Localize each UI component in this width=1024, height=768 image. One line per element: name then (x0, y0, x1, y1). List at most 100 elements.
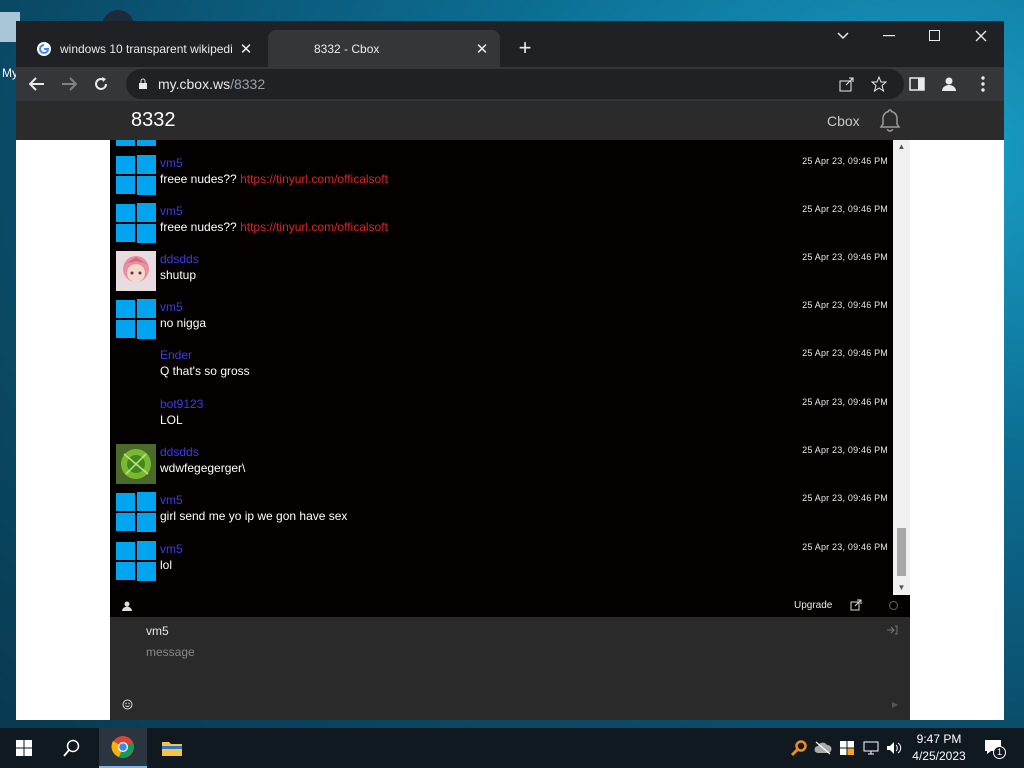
chat-message: Ender Q that's so gross 25 Apr 23, 09:46 P… (116, 347, 888, 395)
address-bar[interactable]: my.cbox.ws/8332 (126, 69, 904, 99)
message-username[interactable]: ddsdds (160, 445, 199, 459)
new-tab-button[interactable]: + (514, 35, 536, 61)
message-scrollbar[interactable]: ▲ ▼ (893, 140, 910, 595)
chat-message: ddsdds shutup 25 Apr 23, 09:46 PM (116, 251, 888, 299)
message-username[interactable]: vm5 (160, 493, 183, 507)
message-list[interactable]: vm5 freee nudes?? https://tinyurl.com/off… (110, 140, 893, 595)
scroll-down-arrow[interactable]: ▼ (893, 581, 910, 595)
windows-logo-icon[interactable] (116, 155, 156, 195)
compose-name[interactable]: vm5 (146, 624, 169, 638)
message-username[interactable]: vm5 (160, 300, 183, 314)
network-icon (863, 741, 879, 755)
start-button[interactable] (0, 728, 48, 768)
bookmark-button[interactable] (866, 71, 892, 97)
minimize-button[interactable] (866, 21, 912, 51)
upgrade-link[interactable]: Upgrade (794, 600, 832, 611)
message-text: wdwfegegerger\ (160, 461, 246, 475)
message-timestamp: 25 Apr 23, 09:46 PM (802, 204, 888, 214)
chat-message: vm5 girl send me yo ip we gon have sex 25 … (116, 492, 888, 540)
scrollbar-thumb[interactable] (897, 528, 906, 576)
windows-logo-icon[interactable] (116, 492, 156, 532)
send-arrow-icon[interactable]: ▶ (892, 700, 898, 709)
message-text: girl send me yo ip we gon have sex (160, 509, 348, 523)
taskbar-file-explorer[interactable] (148, 728, 196, 768)
action-center-button[interactable]: 1 (982, 738, 1006, 759)
chevron-down-icon (837, 32, 849, 40)
message-link[interactable]: https://tinyurl.com/officalsoft (240, 220, 388, 234)
maximize-button[interactable] (912, 21, 958, 51)
search-icon (63, 739, 80, 757)
message-username[interactable]: vm5 (160, 204, 183, 218)
taskbar-clock[interactable]: 9:47 PM 4/25/2023 (908, 731, 970, 765)
refresh-icon[interactable] (888, 600, 899, 611)
notifications-button[interactable] (878, 108, 902, 137)
message-username[interactable]: ddsdds (160, 252, 199, 266)
share-icon (839, 77, 854, 92)
tray-windows-icon[interactable] (837, 738, 857, 758)
cbox-brand-link[interactable]: Cbox (827, 113, 860, 129)
chat-message: ddsdds wdwfegegerger\ 25 Apr 23, 09:46 PM (116, 444, 888, 492)
star-icon (871, 76, 887, 92)
taskbar-chrome[interactable] (99, 728, 147, 768)
favicon-blank (280, 41, 296, 57)
message-text: no nigga (160, 316, 207, 330)
arrow-left-icon (29, 77, 44, 91)
chat-message: vm5 freee nudes?? https://tinyurl.com/off… (116, 203, 888, 251)
message-username[interactable]: vm5 (160, 542, 183, 556)
message-username[interactable]: bot9123 (160, 397, 203, 411)
tab-wikipedia[interactable]: windows 10 transparent wikipedi ✕ (24, 30, 264, 67)
windows-start-icon (16, 740, 32, 756)
message-text: freee nudes?? https://tinyurl.com/offica… (160, 220, 388, 234)
tray-network-icon[interactable] (861, 738, 881, 758)
message-username[interactable]: Ender (160, 348, 192, 362)
profile-icon (942, 77, 956, 91)
message-input[interactable] (146, 645, 846, 659)
windows-logo-icon[interactable] (116, 203, 156, 243)
green-avatar-icon[interactable] (116, 444, 156, 484)
scroll-up-arrow[interactable]: ▲ (893, 140, 910, 154)
clock-time: 9:47 PM (916, 732, 962, 746)
message-username[interactable]: vm5 (160, 156, 183, 170)
login-icon[interactable] (886, 625, 898, 635)
anime-avatar-icon[interactable] (116, 251, 156, 291)
message-text: freee nudes?? https://tinyurl.com/offica… (160, 172, 388, 186)
windows-logo-icon[interactable] (116, 299, 156, 339)
close-window-button[interactable] (958, 21, 1004, 51)
menu-button[interactable] (970, 71, 996, 97)
tab-close-button[interactable]: ✕ (236, 40, 256, 58)
close-icon (975, 30, 987, 42)
page-content: 8332 Cbox vm5 freee nudes?? https://tinyu… (16, 101, 1004, 720)
clock-date: 4/25/2023 (912, 749, 966, 763)
tab-title: windows 10 transparent wikipedi (60, 41, 233, 56)
browser-window: windows 10 transparent wikipedi ✕ 8332 -… (16, 21, 1004, 720)
message-text: Q that's so gross (160, 364, 250, 378)
tray-cloud-icon[interactable] (813, 738, 833, 758)
search-button[interactable] (48, 728, 96, 768)
chat-message: bot9123 LOL 25 Apr 23, 09:46 PM (116, 396, 888, 444)
key-icon (790, 740, 807, 757)
page-title: 8332 (131, 109, 176, 131)
side-panel-button[interactable] (904, 71, 930, 97)
profile-button[interactable] (936, 71, 962, 97)
forward-button[interactable] (56, 71, 82, 97)
tray-volume-icon[interactable] (884, 738, 904, 758)
windows-logo-icon[interactable] (116, 541, 156, 581)
message-timestamp: 25 Apr 23, 09:46 PM (802, 542, 888, 552)
url-text: my.cbox.ws/8332 (158, 76, 265, 92)
tab-search-button[interactable] (820, 21, 866, 51)
message-text: LOL (160, 413, 183, 427)
tray-app-icon[interactable] (789, 738, 809, 758)
share-button[interactable] (834, 71, 860, 97)
lock-icon (139, 78, 147, 89)
emoji-icon[interactable] (122, 699, 133, 710)
popout-icon[interactable] (850, 599, 862, 611)
reload-button[interactable] (88, 71, 114, 97)
message-link[interactable]: https://tinyurl.com/officalsoft (240, 172, 388, 186)
folder-icon (162, 742, 182, 756)
message-timestamp: 25 Apr 23, 09:46 PM (802, 397, 888, 407)
tab-cbox[interactable]: 8332 - Cbox ✕ (268, 30, 500, 67)
user-icon[interactable] (122, 601, 132, 611)
message-timestamp: 25 Apr 23, 09:46 PM (802, 348, 888, 358)
back-button[interactable] (24, 71, 50, 97)
tab-close-button[interactable]: ✕ (472, 40, 492, 58)
